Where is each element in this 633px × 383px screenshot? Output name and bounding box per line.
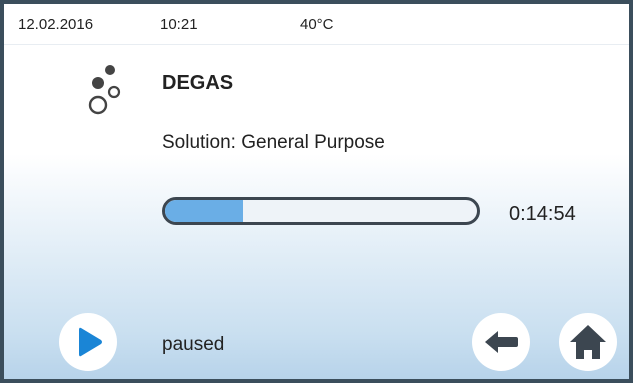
home-button[interactable] [559, 313, 617, 371]
status-bar: 12.02.2016 10:21 40°C [4, 4, 629, 45]
status-temperature: 40°C [300, 16, 334, 33]
status-date: 12.02.2016 [18, 16, 94, 33]
program-title: DEGAS [162, 72, 234, 94]
progress-bar [162, 197, 480, 225]
progress-fill [165, 200, 243, 222]
back-button[interactable] [472, 313, 530, 371]
state-label: paused [162, 334, 225, 355]
play-icon [79, 327, 102, 357]
arrow-left-icon [485, 331, 518, 353]
bubbles-icon [74, 62, 126, 116]
remaining-time: 0:14:54 [509, 203, 576, 225]
app-screen: 12.02.2016 10:21 40°C DEGAS Solution: Ge… [4, 4, 629, 379]
home-icon [570, 325, 606, 359]
play-button[interactable] [59, 313, 117, 371]
status-time: 10:21 [160, 16, 198, 33]
solution-label: Solution: General Purpose [162, 132, 385, 153]
